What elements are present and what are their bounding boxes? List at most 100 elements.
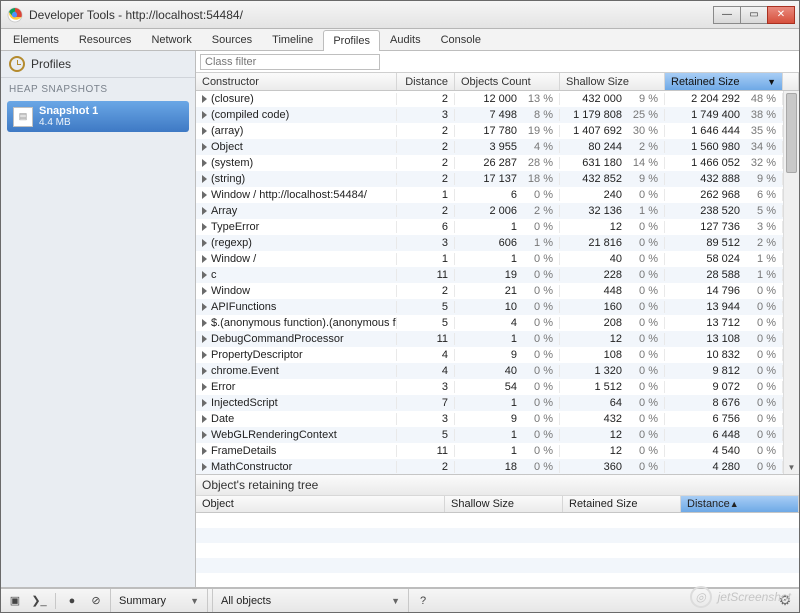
- table-row[interactable]: APIFunctions5100 %1600 %13 9440 %: [196, 299, 799, 315]
- constructor-name: WebGLRenderingContext: [211, 429, 337, 441]
- shallow-size-pct: 2 %: [628, 141, 658, 153]
- expand-icon[interactable]: [202, 207, 207, 215]
- objects-count-pct: 19 %: [523, 125, 553, 137]
- tab-audits[interactable]: Audits: [380, 29, 431, 50]
- col-constructor[interactable]: Constructor: [196, 73, 397, 90]
- table-row[interactable]: (array)217 78019 %1 407 69230 %1 646 444…: [196, 123, 799, 139]
- constructor-name: (system): [211, 157, 253, 169]
- table-row[interactable]: c11190 %2280 %28 5881 %: [196, 267, 799, 283]
- table-row[interactable]: WebGLRenderingContext510 %120 %6 4480 %: [196, 427, 799, 443]
- table-row[interactable]: DebugCommandProcessor1110 %120 %13 1080 …: [196, 331, 799, 347]
- console-toggle-icon[interactable]: ❯_: [29, 592, 49, 610]
- objects-count: 21: [467, 285, 517, 297]
- table-row[interactable]: InjectedScript710 %640 %8 6760 %: [196, 395, 799, 411]
- table-row[interactable]: Error3540 %1 5120 %9 0720 %: [196, 379, 799, 395]
- table-row[interactable]: chrome.Event4400 %1 3200 %9 8120 %: [196, 363, 799, 379]
- objects-count-pct: 0 %: [523, 365, 553, 377]
- expand-icon[interactable]: [202, 143, 207, 151]
- expand-icon[interactable]: [202, 463, 207, 471]
- expand-icon[interactable]: [202, 127, 207, 135]
- rt-col-shallow[interactable]: Shallow Size: [445, 496, 563, 512]
- table-row[interactable]: Date390 %4320 %6 7560 %: [196, 411, 799, 427]
- shallow-size-pct: 0 %: [628, 301, 658, 313]
- table-row[interactable]: Object23 9554 %80 2442 %1 560 98034 %: [196, 139, 799, 155]
- dock-icon[interactable]: ▣: [5, 592, 25, 610]
- tab-sources[interactable]: Sources: [202, 29, 262, 50]
- expand-icon[interactable]: [202, 319, 207, 327]
- objects-count-pct: 0 %: [523, 413, 553, 425]
- table-row[interactable]: (string)217 13718 %432 8529 %432 8889 %: [196, 171, 799, 187]
- expand-icon[interactable]: [202, 415, 207, 423]
- expand-icon[interactable]: [202, 271, 207, 279]
- table-row[interactable]: Window /110 %400 %58 0241 %: [196, 251, 799, 267]
- table-row[interactable]: Window2210 %4480 %14 7960 %: [196, 283, 799, 299]
- expand-icon[interactable]: [202, 159, 207, 167]
- expand-icon[interactable]: [202, 303, 207, 311]
- table-row[interactable]: Window / http://localhost:54484/160 %240…: [196, 187, 799, 203]
- table-row[interactable]: (closure)212 00013 %432 0009 %2 204 2924…: [196, 91, 799, 107]
- table-body[interactable]: (closure)212 00013 %432 0009 %2 204 2924…: [196, 91, 799, 474]
- table-row[interactable]: (regexp)36061 %21 8160 %89 5122 %: [196, 235, 799, 251]
- col-objects-count[interactable]: Objects Count: [455, 73, 560, 90]
- scroll-down-icon[interactable]: ▼: [784, 460, 799, 474]
- col-retained-size[interactable]: Retained Size▼: [665, 73, 783, 90]
- help-button[interactable]: ?: [413, 592, 433, 610]
- expand-icon[interactable]: [202, 383, 207, 391]
- expand-icon[interactable]: [202, 351, 207, 359]
- minimize-button[interactable]: —: [713, 6, 741, 24]
- expand-icon[interactable]: [202, 111, 207, 119]
- filter-select[interactable]: All objects ▼: [212, 589, 409, 612]
- rt-col-object[interactable]: Object: [196, 496, 445, 512]
- rt-col-retained[interactable]: Retained Size: [563, 496, 681, 512]
- record-icon[interactable]: ●: [62, 592, 82, 610]
- col-distance[interactable]: Distance: [397, 73, 455, 90]
- expand-icon[interactable]: [202, 255, 207, 263]
- expand-icon[interactable]: [202, 239, 207, 247]
- scrollbar[interactable]: ▲ ▼: [783, 91, 799, 474]
- expand-icon[interactable]: [202, 175, 207, 183]
- tab-elements[interactable]: Elements: [3, 29, 69, 50]
- maximize-button[interactable]: ▭: [740, 6, 768, 24]
- col-shallow-size[interactable]: Shallow Size: [560, 73, 665, 90]
- table-row[interactable]: TypeError610 %120 %127 7363 %: [196, 219, 799, 235]
- shallow-size: 12: [572, 333, 622, 345]
- scroll-thumb[interactable]: [786, 93, 797, 173]
- sidebar-header: Profiles: [1, 51, 195, 78]
- shallow-size: 12: [572, 221, 622, 233]
- expand-icon[interactable]: [202, 431, 207, 439]
- expand-icon[interactable]: [202, 223, 207, 231]
- table-row[interactable]: $.(anonymous function).(anonymous functi…: [196, 315, 799, 331]
- expand-icon[interactable]: [202, 287, 207, 295]
- tab-console[interactable]: Console: [431, 29, 491, 50]
- snapshot-item[interactable]: ▤ Snapshot 1 4.4 MB: [7, 101, 189, 132]
- tab-network[interactable]: Network: [141, 29, 201, 50]
- constructor-name: Error: [211, 381, 235, 393]
- rt-col-distance[interactable]: Distance▲: [681, 496, 799, 512]
- table-row[interactable]: Array22 0062 %32 1361 %238 5205 %: [196, 203, 799, 219]
- distance-cell: 2: [397, 461, 455, 473]
- tab-resources[interactable]: Resources: [69, 29, 142, 50]
- clear-icon[interactable]: ⊘: [86, 592, 106, 610]
- gear-icon[interactable]: ⚙: [775, 592, 795, 610]
- expand-icon[interactable]: [202, 399, 207, 407]
- expand-icon[interactable]: [202, 367, 207, 375]
- tab-timeline[interactable]: Timeline: [262, 29, 323, 50]
- table-row[interactable]: (system)226 28728 %631 18014 %1 466 0523…: [196, 155, 799, 171]
- class-filter-input[interactable]: [200, 54, 380, 70]
- table-row[interactable]: MathConstructor2180 %3600 %4 2800 %: [196, 459, 799, 474]
- separator: [55, 593, 56, 609]
- bottom-toolbar: ▣ ❯_ ● ⊘ Summary ▼ All objects ▼ ? ⚙: [1, 588, 799, 612]
- table-row[interactable]: PropertyDescriptor490 %1080 %10 8320 %: [196, 347, 799, 363]
- tab-profiles[interactable]: Profiles: [323, 30, 380, 51]
- expand-icon[interactable]: [202, 95, 207, 103]
- table-row[interactable]: (compiled code)37 4988 %1 179 80825 %1 7…: [196, 107, 799, 123]
- retained-size: 89 512: [690, 237, 740, 249]
- view-select[interactable]: Summary ▼: [110, 589, 208, 612]
- close-button[interactable]: ✕: [767, 6, 795, 24]
- expand-icon[interactable]: [202, 447, 207, 455]
- retained-size: 1 749 400: [690, 109, 740, 121]
- table-row[interactable]: FrameDetails1110 %120 %4 5400 %: [196, 443, 799, 459]
- expand-icon[interactable]: [202, 335, 207, 343]
- objects-count: 1: [467, 429, 517, 441]
- expand-icon[interactable]: [202, 191, 207, 199]
